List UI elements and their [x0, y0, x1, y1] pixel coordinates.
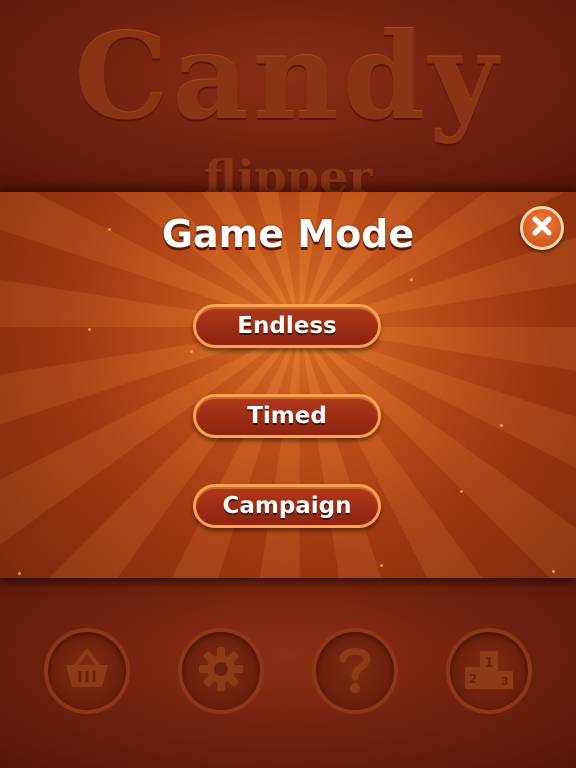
leaderboard-digit-first: 1 — [484, 656, 493, 671]
sparkle — [552, 570, 555, 573]
sparkle — [410, 278, 413, 281]
gear-icon — [196, 644, 246, 698]
sparkle — [18, 572, 21, 575]
sparkle — [88, 328, 91, 331]
timed-mode-button[interactable]: Timed — [193, 394, 381, 438]
help-icon — [335, 643, 375, 699]
leaderboard-digit-third: 3 — [501, 675, 509, 688]
shop-button[interactable] — [44, 628, 130, 714]
settings-button[interactable] — [178, 628, 264, 714]
close-button[interactable] — [520, 206, 564, 250]
leaderboard-icon: 1 2 3 — [463, 647, 515, 695]
close-icon — [531, 215, 553, 241]
leaderboard-button[interactable]: 1 2 3 — [446, 628, 532, 714]
sparkle — [190, 350, 193, 353]
endless-mode-button[interactable]: Endless — [193, 304, 381, 348]
campaign-mode-button[interactable]: Campaign — [193, 484, 381, 528]
game-logo-title: Candy — [74, 7, 502, 146]
game-mode-dialog: Game Mode Endless Timed Campaign — [0, 192, 576, 578]
sparkle — [500, 424, 503, 427]
dialog-title: Game Mode — [161, 212, 415, 256]
sparkle — [460, 490, 463, 493]
sparkle — [380, 564, 383, 567]
leaderboard-digit-second: 2 — [469, 672, 477, 686]
help-button[interactable] — [312, 628, 398, 714]
basket-icon — [62, 647, 112, 695]
